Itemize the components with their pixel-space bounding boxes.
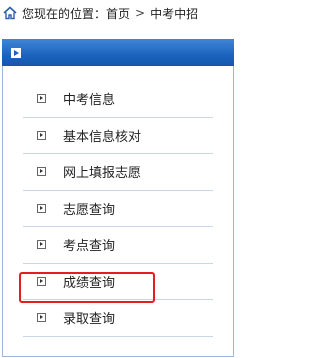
- play-square-icon: [37, 313, 46, 323]
- menu-item-basic-info-check[interactable]: 基本信息核对: [23, 118, 213, 154]
- play-square-icon: [37, 130, 46, 140]
- menu-item-exam-site-query[interactable]: 考点查询: [23, 227, 213, 264]
- breadcrumb-current[interactable]: 中考中招: [150, 5, 198, 22]
- play-square-icon: [37, 276, 46, 286]
- breadcrumb-home-link[interactable]: 首页: [106, 5, 130, 22]
- play-square-icon: [11, 47, 21, 58]
- menu-item-exam-info[interactable]: 中考信息: [23, 81, 213, 118]
- play-square-icon: [37, 94, 46, 104]
- breadcrumb: 您现在的位置： 首页 > 中考中招: [0, 0, 236, 26]
- breadcrumb-separator: >: [135, 6, 146, 20]
- menu-item-label: 录取查询: [63, 312, 116, 328]
- menu-item-label: 志愿查询: [63, 202, 116, 218]
- panel-header: [2, 39, 234, 66]
- play-square-icon: [37, 240, 46, 250]
- menu-item-label: 中考信息: [63, 93, 116, 109]
- play-square-icon: [37, 167, 46, 177]
- menu-item-label: 网上填报志愿: [63, 166, 142, 182]
- play-square-icon: [37, 203, 46, 213]
- side-menu-panel: 中考信息 基本信息核对 网上填报志愿 志愿查询 考点查询 成绩查询 录取查询: [2, 39, 234, 357]
- side-menu: 中考信息 基本信息核对 网上填报志愿 志愿查询 考点查询 成绩查询 录取查询: [23, 81, 213, 337]
- menu-item-admission-query[interactable]: 录取查询: [23, 300, 213, 337]
- menu-item-label: 基本信息核对: [63, 129, 142, 145]
- menu-item-application-query[interactable]: 志愿查询: [23, 191, 213, 227]
- breadcrumb-label: 您现在的位置：: [22, 6, 107, 21]
- menu-item-online-application[interactable]: 网上填报志愿: [23, 154, 213, 191]
- home-icon[interactable]: [3, 6, 17, 20]
- menu-item-label: 考点查询: [63, 239, 116, 255]
- menu-item-label: 成绩查询: [63, 275, 116, 291]
- menu-item-score-query[interactable]: 成绩查询: [23, 264, 213, 300]
